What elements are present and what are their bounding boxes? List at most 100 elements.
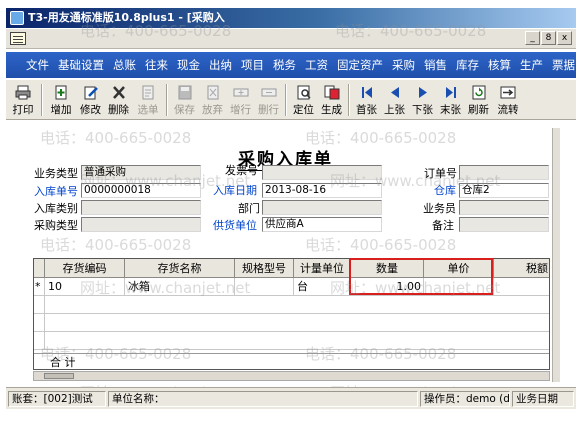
generate-button[interactable]: 生成: [318, 81, 345, 117]
table-row[interactable]: [34, 296, 549, 314]
menu-bills[interactable]: 票据: [552, 57, 575, 73]
select-icon: [142, 85, 154, 100]
delete-row-button[interactable]: 删行: [255, 81, 282, 117]
menu-purchasing[interactable]: 采购: [392, 57, 415, 73]
refresh-button[interactable]: 刷新: [465, 81, 492, 117]
status-business-date: 业务日期: [512, 391, 574, 407]
cell-name[interactable]: 冰箱: [125, 278, 235, 296]
minimize-button[interactable]: _: [525, 31, 540, 45]
first-icon: [361, 87, 372, 98]
menu-inventory[interactable]: 库存: [456, 57, 479, 73]
column-header-spec[interactable]: 规格型号: [235, 259, 294, 278]
menu-basic-settings[interactable]: 基础设置: [58, 57, 104, 73]
add-row-icon: [233, 88, 248, 97]
print-button[interactable]: 打印: [8, 81, 38, 117]
order-no-label: 订单号: [424, 167, 457, 180]
flow-button[interactable]: 流转: [493, 81, 523, 117]
status-unit-name: 单位名称：: [108, 391, 418, 407]
business-type-field[interactable]: 普通采购: [81, 165, 201, 180]
last-label: 末张: [440, 104, 461, 116]
column-header-code[interactable]: 存货编码: [45, 259, 125, 278]
window-title-bar: T3-用友通标准版10.8plus1 - [采购入: [6, 8, 576, 28]
warehouse-field[interactable]: 仓库2: [459, 183, 549, 198]
first-record-button[interactable]: 首张: [353, 81, 380, 117]
menu-project[interactable]: 项目: [241, 57, 264, 73]
menu-tax[interactable]: 税务: [273, 57, 296, 73]
column-header-tax[interactable]: 税额: [494, 259, 549, 278]
department-field[interactable]: [262, 200, 382, 215]
table-row[interactable]: [34, 332, 549, 350]
edit-label: 修改: [80, 104, 101, 116]
generate-label: 生成: [321, 104, 342, 116]
delete-row-label: 删行: [258, 104, 279, 116]
menu-costing[interactable]: 核算: [488, 57, 511, 73]
menu-payroll[interactable]: 工资: [305, 57, 328, 73]
last-record-button[interactable]: 末张: [437, 81, 464, 117]
discard-icon: [207, 85, 218, 100]
cell-spec[interactable]: [235, 278, 294, 296]
discard-button[interactable]: 放弃: [199, 81, 226, 117]
department-label: 部门: [238, 202, 260, 215]
delete-button[interactable]: 删除: [105, 81, 132, 117]
toolbar: 打印 增加 修改 删除 选单 保存 放弃 增行 删行 定位 生成 首张 上张 下…: [6, 80, 576, 120]
menu-cash[interactable]: 现金: [177, 57, 200, 73]
next-record-button[interactable]: 下张: [409, 81, 436, 117]
receipt-no-label: 入库单号: [34, 185, 78, 198]
receipt-category-label: 入库类别: [34, 202, 78, 215]
column-header-unit[interactable]: 计量单位: [294, 259, 351, 278]
order-no-field[interactable]: [459, 165, 549, 180]
print-label: 打印: [12, 104, 34, 116]
flow-label: 流转: [497, 104, 519, 116]
invoice-no-field[interactable]: [262, 165, 382, 180]
receipt-category-field[interactable]: [81, 200, 201, 215]
horizontal-scrollbar[interactable]: [33, 371, 550, 381]
row-marker: [34, 332, 45, 350]
menu-cashier[interactable]: 出纳: [209, 57, 232, 73]
salesperson-field[interactable]: [459, 200, 549, 215]
edit-button[interactable]: 修改: [77, 81, 104, 117]
scroll-thumb[interactable]: [44, 373, 74, 379]
document-icon[interactable]: [10, 32, 26, 45]
menu-fixed-assets[interactable]: 固定资产: [337, 57, 383, 73]
last-icon: [445, 87, 456, 98]
toolbar-separator: [348, 84, 350, 116]
printer-icon: [15, 85, 31, 100]
receipt-no-field[interactable]: 0000000018: [81, 183, 201, 198]
restore-button[interactable]: 8: [541, 31, 556, 45]
select-document-button[interactable]: 选单: [133, 81, 163, 117]
total-label: 合 计: [50, 356, 76, 369]
receipt-date-field[interactable]: 2013-08-16: [262, 183, 382, 198]
child-window-bar: _ 8 x: [6, 29, 576, 49]
first-label: 首张: [356, 104, 377, 116]
supplier-field[interactable]: 供应商A: [262, 217, 382, 232]
delete-row-icon: [261, 88, 276, 97]
row-marker: [34, 314, 45, 332]
locate-button[interactable]: 定位: [290, 81, 317, 117]
cell-code[interactable]: 10: [45, 278, 125, 296]
menu-file[interactable]: 文件: [26, 57, 49, 73]
column-header-name[interactable]: 存货名称: [125, 259, 235, 278]
select-label: 选单: [137, 104, 159, 116]
table-row[interactable]: [34, 314, 549, 332]
menu-receivables[interactable]: 往来: [145, 57, 168, 73]
next-icon: [418, 87, 427, 98]
close-button[interactable]: x: [557, 31, 572, 45]
delete-label: 删除: [108, 104, 129, 116]
previous-record-button[interactable]: 上张: [381, 81, 408, 117]
menu-general-ledger[interactable]: 总账: [113, 57, 136, 73]
save-button[interactable]: 保存: [171, 81, 198, 117]
salesperson-label: 业务员: [423, 202, 456, 215]
menu-production[interactable]: 生产: [520, 57, 543, 73]
cell-tax[interactable]: [494, 278, 549, 296]
add-button[interactable]: 增加: [46, 81, 76, 117]
purchase-type-field[interactable]: [81, 217, 201, 232]
menu-sales[interactable]: 销售: [424, 57, 447, 73]
vertical-scrollbar[interactable]: [552, 128, 560, 382]
remarks-field[interactable]: [459, 217, 549, 232]
add-label: 增加: [50, 104, 72, 116]
cell-unit[interactable]: 台: [294, 278, 351, 296]
add-row-button[interactable]: 增行: [227, 81, 254, 117]
generate-icon: [324, 85, 339, 100]
prev-icon: [390, 87, 399, 98]
next-label: 下张: [412, 104, 433, 116]
